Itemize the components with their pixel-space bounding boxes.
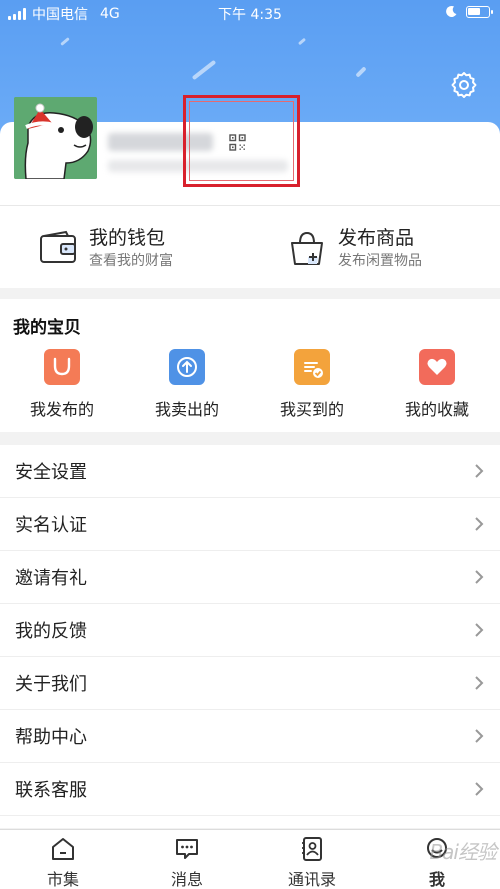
- battery-icon: [466, 5, 493, 18]
- tab-market[interactable]: 市集: [13, 836, 113, 889]
- watermark: Bai经验: [429, 840, 497, 864]
- qr-code-icon[interactable]: [229, 134, 246, 151]
- publish-item-title: 发布商品: [338, 226, 415, 249]
- shopping-bag-plus-icon: [291, 231, 323, 265]
- chevron-right-icon: [475, 782, 484, 796]
- chevron-right-icon: [475, 517, 484, 531]
- my-wallet-title: 我的钱包: [89, 226, 166, 249]
- home-icon: [52, 838, 74, 860]
- menu-item-real-name-auth[interactable]: 实名认证: [0, 498, 500, 551]
- chat-icon: [176, 839, 198, 859]
- chevron-right-icon: [475, 464, 484, 478]
- my-bought-label: 我买到的: [279, 400, 344, 419]
- menu-item-about-us[interactable]: 关于我们: [0, 657, 500, 710]
- heart-icon: [419, 349, 455, 385]
- menu-item-label: 帮助中心: [15, 727, 87, 748]
- bottom-tab-bar: 市集 消息 通讯录 我: [0, 829, 500, 889]
- menu-item-contact-support[interactable]: 联系客服: [0, 763, 500, 816]
- status-bar: 中国电信 4G 下午 4:35: [0, 0, 500, 26]
- menu-item-help-center[interactable]: 帮助中心: [0, 710, 500, 763]
- menu-item-label: 联系客服: [15, 780, 87, 801]
- my-sold-button[interactable]: 我卖出的: [137, 349, 237, 420]
- section-title: 我的宝贝: [13, 318, 81, 338]
- my-published-button[interactable]: 我发布的: [12, 349, 112, 420]
- tab-contacts[interactable]: 通讯录: [262, 836, 362, 889]
- my-items-section: 我的宝贝 我发布的 我卖出的 我买到的 我的收藏: [0, 299, 500, 432]
- moon-icon: [446, 5, 457, 17]
- menu-item-label: 邀请有礼: [15, 568, 87, 589]
- quick-actions-row: 我的钱包 查看我的财富 发布商品 发布闲置物品: [0, 205, 500, 288]
- my-favorites-label: 我的收藏: [404, 400, 469, 419]
- wallet-icon: [40, 230, 76, 263]
- tab-label: 市集: [46, 870, 79, 889]
- menu-item-security-settings[interactable]: 安全设置: [0, 445, 500, 498]
- avatar[interactable]: [14, 97, 97, 179]
- chevron-right-icon: [475, 676, 484, 690]
- tab-label: 我: [428, 870, 445, 889]
- receipt-check-icon: [294, 349, 330, 385]
- dog-avatar-illustration: [14, 97, 97, 179]
- my-bought-button[interactable]: 我买到的: [262, 349, 362, 420]
- tab-messages[interactable]: 消息: [137, 836, 237, 889]
- publish-item-button[interactable]: 发布商品 发布闲置物品: [288, 206, 422, 289]
- menu-item-label: 我的反馈: [15, 621, 87, 642]
- menu-item-invite-gift[interactable]: 邀请有礼: [0, 551, 500, 604]
- chevron-right-icon: [475, 570, 484, 584]
- my-sold-label: 我卖出的: [154, 400, 219, 419]
- tab-label: 消息: [170, 870, 203, 889]
- upload-arrow-icon: [169, 349, 205, 385]
- my-wallet-button[interactable]: 我的钱包 查看我的财富: [39, 206, 173, 289]
- bag-icon: [44, 349, 80, 385]
- menu-item-my-feedback[interactable]: 我的反馈: [0, 604, 500, 657]
- menu-item-label: 安全设置: [15, 462, 87, 483]
- my-wallet-subtitle: 查看我的财富: [89, 252, 173, 269]
- my-published-label: 我发布的: [29, 400, 94, 419]
- menu-item-label: 关于我们: [15, 674, 87, 695]
- chevron-right-icon: [475, 623, 484, 637]
- tab-label: 通讯录: [287, 870, 336, 889]
- status-time: 下午 4:35: [218, 7, 282, 23]
- my-favorites-button[interactable]: 我的收藏: [387, 349, 487, 420]
- settings-menu-list: 安全设置 实名认证 邀请有礼 我的反馈 关于我们 帮助中心 联系客服: [0, 445, 500, 828]
- chevron-right-icon: [475, 729, 484, 743]
- publish-item-subtitle: 发布闲置物品: [338, 252, 422, 269]
- menu-item-label: 实名认证: [15, 515, 87, 536]
- gear-icon[interactable]: [449, 70, 479, 100]
- contacts-icon: [302, 837, 322, 861]
